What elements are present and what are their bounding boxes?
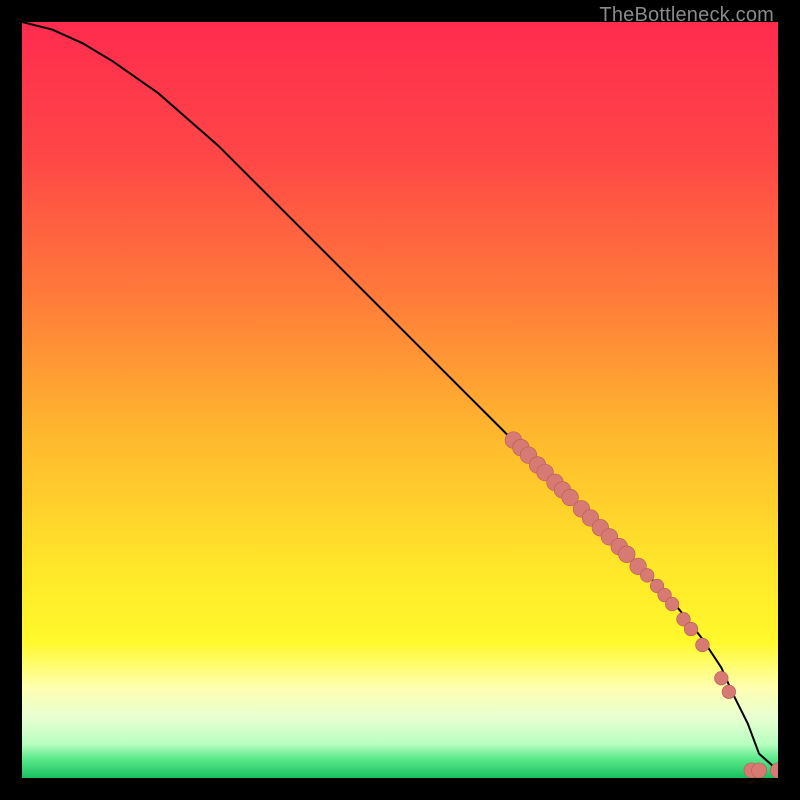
chart-frame [22,22,778,778]
data-marker [665,597,679,611]
data-marker [722,685,736,699]
data-marker [640,569,654,583]
data-marker [684,622,698,636]
bottleneck-chart [22,22,778,778]
data-marker [696,638,710,652]
data-marker [752,763,767,778]
chart-background [22,22,778,778]
data-marker [715,671,729,685]
